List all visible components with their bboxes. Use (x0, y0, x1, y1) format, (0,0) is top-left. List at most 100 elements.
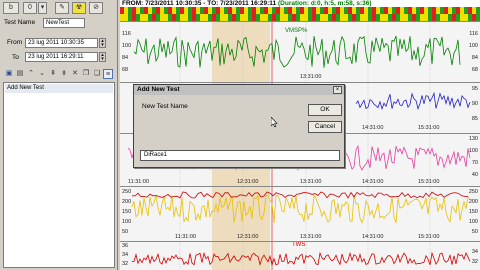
from-date-field[interactable]: 23 lug 2011 10:30:35 (25, 38, 98, 48)
series-label: VMSP% (285, 28, 308, 34)
event-cell (248, 14, 252, 21)
event-cell (168, 14, 172, 21)
event-cell (412, 7, 416, 14)
event-cell (360, 14, 364, 21)
right-tick: 116 (469, 31, 478, 37)
event-cell (232, 7, 236, 14)
event-cell (428, 7, 432, 14)
page-down-icon[interactable]: ⇟ (59, 69, 69, 79)
range-header: FROM: 7/23/2011 10:30:35 - TO: 7/23/2011… (120, 0, 480, 7)
right-tick: 200 (468, 199, 478, 205)
event-cell (268, 7, 272, 14)
new-test-name-input[interactable]: DiRace1 (140, 150, 340, 161)
event-cell (340, 7, 344, 14)
series-line (131, 194, 471, 224)
edit-icon[interactable]: ✎ (55, 2, 69, 14)
radiation-icon[interactable]: ☢ (72, 2, 86, 14)
y-tick: 150 (122, 209, 132, 215)
range-text: FROM: 7/23/2011 10:30:35 - TO: 7/23/2011… (122, 0, 277, 7)
from-spinner[interactable]: ▴ ▾ (99, 38, 106, 48)
event-cell (288, 7, 292, 14)
toolbar-dropdown[interactable]: ▾ (38, 2, 47, 14)
event-cell (144, 14, 148, 21)
copy-icon[interactable]: ❐ (81, 69, 91, 79)
toolbar-button-b[interactable]: b (3, 2, 19, 14)
event-cell (396, 7, 400, 14)
event-cell (364, 14, 368, 21)
event-cell (424, 14, 428, 21)
event-cell (416, 14, 420, 21)
add-new-test-dialog: Add New Test × New Test Name OK Cancel D… (133, 84, 345, 168)
event-cell (256, 14, 260, 21)
delete-icon[interactable]: ✕ (70, 69, 80, 79)
event-cell (464, 7, 468, 14)
to-spinner[interactable]: ▴ ▾ (99, 52, 106, 62)
toolbar-button-zero[interactable]: 0 (23, 2, 37, 14)
chart-panel-1: 116 100 84 68 116 100 84 68 VMSP% 13:31:… (120, 21, 480, 82)
event-cell (220, 7, 224, 14)
event-cell (248, 7, 252, 14)
event-cell (228, 14, 232, 21)
event-cell (216, 7, 220, 14)
cancel-button[interactable]: Cancel (308, 121, 342, 133)
event-cell (372, 7, 376, 14)
event-cell (316, 14, 320, 21)
event-cell (212, 14, 216, 21)
y-tick: 68 (122, 67, 129, 73)
x-tick: 13:31:00 (300, 179, 322, 185)
event-cell (268, 14, 272, 21)
event-cell (308, 14, 312, 21)
right-tick: 150 (468, 209, 478, 215)
to-label: To (12, 54, 19, 61)
event-cell (352, 14, 356, 21)
event-cell (396, 14, 400, 21)
to-date-field[interactable]: 23 lug 2011 16:29:11 (25, 52, 98, 62)
event-cell (120, 7, 124, 14)
test-name-field[interactable]: NewTest (43, 18, 85, 28)
test-name-label: Test Name (4, 19, 36, 26)
series-line (131, 191, 469, 199)
event-cell (432, 7, 436, 14)
ok-button[interactable]: OK (308, 104, 342, 116)
event-cell (260, 14, 264, 21)
event-cell (120, 14, 124, 21)
right-tick: 34 (471, 249, 478, 255)
up-icon[interactable]: ⌃ (26, 69, 36, 79)
event-cell (172, 14, 176, 21)
folder-icon[interactable]: ▤ (15, 69, 25, 79)
event-cell (284, 14, 288, 21)
event-cell (220, 14, 224, 21)
highlight-band (212, 242, 270, 270)
event-cell (420, 14, 424, 21)
down-icon[interactable]: ⌄ (37, 69, 47, 79)
event-cell (376, 14, 380, 21)
event-cell (448, 7, 452, 14)
x-tick: 13:31:00 (300, 234, 322, 240)
x-tick: 15:31:00 (418, 125, 440, 131)
event-cell (440, 14, 444, 21)
y-tick: 32 (122, 261, 129, 267)
paste-icon[interactable]: ❏ (92, 69, 102, 79)
page-up-icon[interactable]: ⇞ (48, 69, 58, 79)
save-icon[interactable]: ▣ (4, 69, 14, 79)
event-cell (208, 7, 212, 14)
event-cell (320, 14, 324, 21)
event-cell (280, 7, 284, 14)
close-icon[interactable]: × (333, 86, 342, 94)
list-item-add-new-test[interactable]: Add New Test (5, 84, 113, 93)
event-cell (256, 7, 260, 14)
event-cell (400, 14, 404, 21)
block-icon[interactable]: ⊘ (89, 2, 103, 14)
event-cell (468, 14, 472, 21)
event-cell (312, 7, 316, 14)
event-cell (472, 14, 476, 21)
series-label: TWS (292, 242, 306, 248)
list-view-icon[interactable]: ≡ (103, 69, 113, 79)
event-cell (404, 7, 408, 14)
event-cell (464, 14, 468, 21)
event-cell (296, 7, 300, 14)
event-cell (424, 7, 428, 14)
event-cell (160, 14, 164, 21)
event-cell (196, 7, 200, 14)
event-cell (252, 14, 256, 21)
